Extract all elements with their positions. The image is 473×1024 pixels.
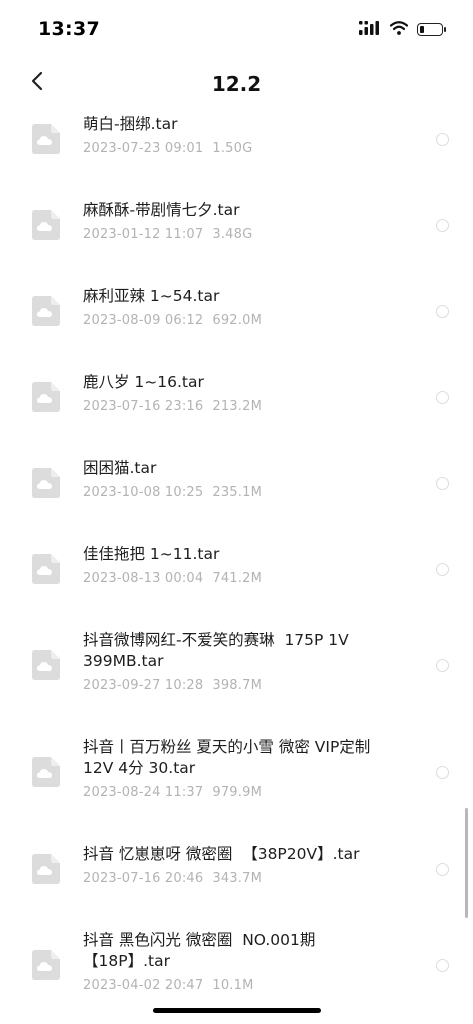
cloud-file-icon: [31, 649, 61, 681]
cloud-file-icon: [31, 467, 61, 499]
cloud-file-icon: [31, 381, 61, 413]
file-row[interactable]: 麻酥酥-带剧情七夕.tar 2023-01-12 11:07 3.48G: [0, 200, 473, 253]
file-name: 困困猫.tar: [83, 459, 157, 477]
file-row[interactable]: 抖音 忆崽崽呀 微密圈 【38P20V】.tar 2023-07-16 20:46…: [0, 844, 473, 897]
file-size: 3.48G: [212, 227, 253, 242]
file-size: 235.1M: [212, 485, 262, 500]
file-size: 343.7M: [212, 871, 262, 886]
select-radio-button[interactable]: [436, 659, 449, 672]
file-name: 佳佳拖把 1~11.tar: [83, 545, 220, 563]
file-date: 2023-09-27 10:28: [83, 678, 204, 693]
file-name: 麻酥酥-带剧情七夕.tar: [83, 201, 240, 219]
file-row[interactable]: 抖音 黑色闪光 微密圈 NO.001期 【18P】.tar 2023-04-02 …: [0, 930, 473, 1004]
file-name: 抖音 忆崽崽呀 微密圈 【38P20V】.tar: [83, 845, 360, 863]
file-name: 抖音微博网红-不爱笑的赛琳 175P 1V 399MB.tar: [83, 631, 349, 670]
file-meta: 2023-07-16 23:16 213.2M: [83, 399, 262, 414]
file-row[interactable]: 鹿八岁 1~16.tar 2023-07-16 23:16 213.2M: [0, 372, 473, 425]
file-date: 2023-04-02 20:47: [83, 978, 204, 993]
file-meta: 2023-09-27 10:28 398.7M: [83, 678, 262, 693]
select-radio-button[interactable]: [436, 562, 449, 576]
file-meta: 2023-08-24 11:37 979.9M: [83, 785, 262, 800]
file-date: 2023-07-16 23:16: [83, 399, 204, 414]
file-meta: 2023-04-02 20:47 10.1M: [83, 978, 254, 993]
file-name: 抖音 黑色闪光 微密圈 NO.001期 【18P】.tar: [83, 931, 316, 970]
file-date: 2023-08-13 00:04: [83, 571, 204, 586]
cloud-file-icon: [31, 553, 61, 585]
file-size: 10.1M: [212, 978, 254, 993]
file-date: 2023-08-24 11:37: [83, 785, 204, 800]
file-date: 2023-08-09 06:12: [83, 313, 204, 328]
select-radio-button[interactable]: [436, 304, 449, 318]
select-radio-button[interactable]: [436, 959, 449, 972]
file-date: 2023-01-12 11:07: [83, 227, 204, 242]
file-name: 鹿八岁 1~16.tar: [83, 373, 204, 391]
file-meta: 2023-01-12 11:07 3.48G: [83, 227, 252, 242]
file-row[interactable]: 麻利亚辣 1~54.tar 2023-08-09 06:12 692.0M: [0, 286, 473, 339]
cloud-file-icon: [31, 295, 61, 327]
file-meta: 2023-10-08 10:25 235.1M: [83, 485, 262, 500]
file-date: 2023-10-08 10:25: [83, 485, 204, 500]
cloud-file-icon: [31, 756, 61, 788]
home-indicator: [153, 1008, 321, 1013]
file-date: 2023-07-23 09:01: [83, 141, 204, 156]
file-size: 741.2M: [212, 571, 262, 586]
file-size: 398.7M: [212, 678, 262, 693]
select-radio-button[interactable]: [436, 766, 449, 779]
file-row[interactable]: 困困猫.tar 2023-10-08 10:25 235.1M: [0, 458, 473, 511]
scrollbar[interactable]: [465, 808, 468, 918]
select-radio-button[interactable]: [436, 218, 449, 232]
file-meta: 2023-08-09 06:12 692.0M: [83, 313, 262, 328]
file-name: 萌白-捆绑.tar: [83, 115, 178, 133]
file-row[interactable]: 萌白-捆绑.tar 2023-07-23 09:01 1.50G: [0, 114, 473, 167]
file-size: 692.0M: [212, 313, 262, 328]
file-meta: 2023-07-16 20:46 343.7M: [83, 871, 262, 886]
select-radio-button[interactable]: [436, 862, 449, 876]
cloud-file-icon: [31, 853, 61, 885]
file-row[interactable]: 抖音微博网红-不爱笑的赛琳 175P 1V 399MB.tar 2023-09-2…: [0, 630, 473, 704]
file-meta: 2023-07-23 09:01 1.50G: [83, 141, 252, 156]
file-list: 萌白-捆绑.tar 2023-07-23 09:01 1.50G 麻酥酥-带剧情七夕.…: [0, 0, 473, 1024]
cloud-file-icon: [31, 123, 61, 155]
select-radio-button[interactable]: [436, 132, 449, 146]
file-date: 2023-07-16 20:46: [83, 871, 204, 886]
file-row[interactable]: 抖音丨百万粉丝 夏天的小雪 微密 VIP定制 12V 4分 30.tar 2023…: [0, 737, 473, 811]
cloud-file-icon: [31, 949, 61, 981]
select-radio-button[interactable]: [436, 476, 449, 490]
file-size: 1.50G: [212, 141, 253, 156]
cloud-file-icon: [31, 209, 61, 241]
file-size: 979.9M: [212, 785, 262, 800]
file-name: 抖音丨百万粉丝 夏天的小雪 微密 VIP定制 12V 4分 30.tar: [83, 738, 371, 777]
file-size: 213.2M: [212, 399, 262, 414]
file-row[interactable]: 佳佳拖把 1~11.tar 2023-08-13 00:04 741.2M: [0, 544, 473, 597]
select-radio-button[interactable]: [436, 390, 449, 404]
file-meta: 2023-08-13 00:04 741.2M: [83, 571, 262, 586]
file-name: 麻利亚辣 1~54.tar: [83, 287, 220, 305]
